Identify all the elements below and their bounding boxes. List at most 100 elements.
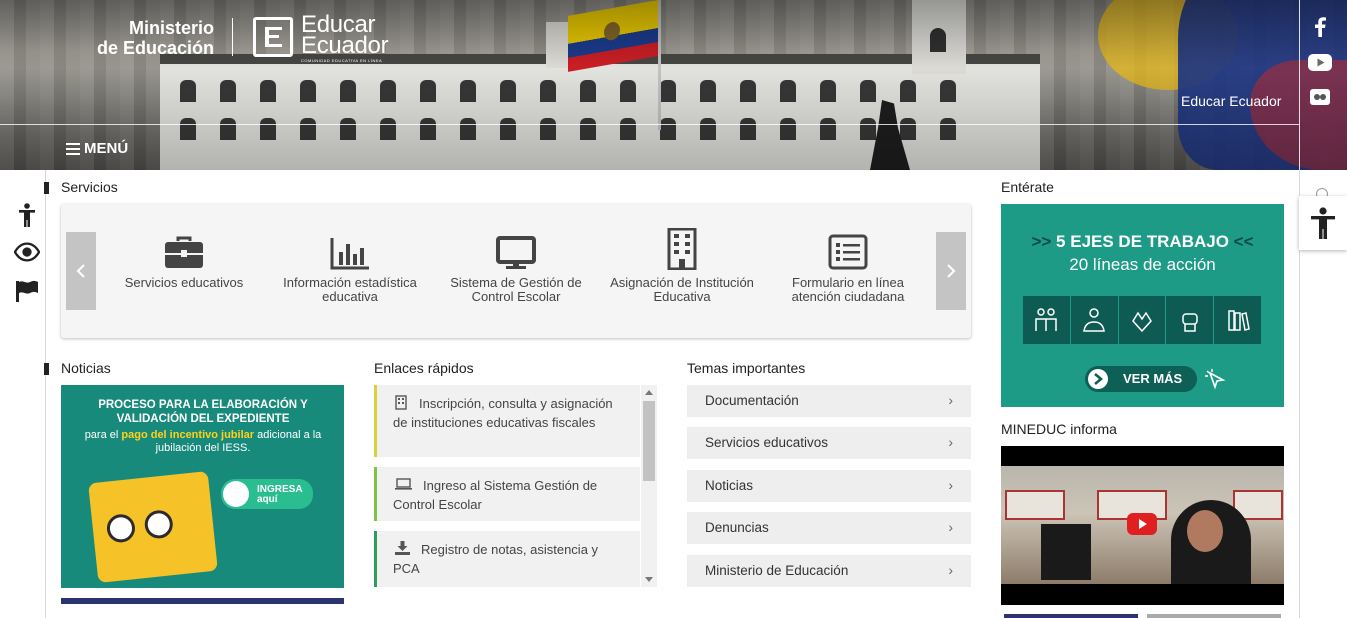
- video-indicator-active[interactable]: [1004, 614, 1138, 618]
- list-form-icon: [768, 226, 928, 270]
- educar-ecuador-logo-icon[interactable]: [253, 17, 293, 57]
- tema-label: Denuncias: [705, 520, 769, 535]
- service-informacion-estadistica[interactable]: Información estadística educativa: [270, 226, 430, 304]
- enlace-registro-notas[interactable]: Registro de notas, asistencia y PCA: [374, 531, 640, 587]
- tema-label: Ministerio de Educación: [705, 563, 849, 578]
- logo-separator: [232, 18, 233, 56]
- tema-servicios-educativos[interactable]: Servicios educativos ›: [687, 427, 971, 459]
- video-indicator[interactable]: [1147, 614, 1281, 618]
- carousel-next-button[interactable]: [936, 232, 966, 310]
- tema-label: Servicios educativos: [705, 435, 829, 450]
- cursor-icon: [223, 481, 249, 507]
- noticias-carousel-indicator[interactable]: [61, 598, 344, 604]
- service-label: Sistema de Gestión de Control Escolar: [450, 275, 582, 304]
- aqui-label: aquí: [257, 494, 278, 505]
- books-icon: [1214, 296, 1261, 344]
- ministry-line1: Ministerio: [128, 18, 214, 38]
- facebook-icon[interactable]: [1308, 15, 1332, 39]
- temas-title: Temas importantes: [687, 360, 806, 376]
- building-icon: [602, 226, 762, 270]
- scroll-up-icon[interactable]: [645, 390, 653, 395]
- chevron-right-icon: ›: [948, 392, 953, 408]
- chevron-right-icon: ›: [948, 434, 953, 450]
- chevron-right-icon: ›: [948, 477, 953, 493]
- service-sistema-gestion[interactable]: Sistema de Gestión de Control Escolar: [436, 226, 596, 304]
- accessibility-icon: [1311, 207, 1335, 239]
- ministry-line2: de Educación: [96, 38, 214, 58]
- people-icon: [1023, 296, 1071, 344]
- enlaces-list: Inscripción, consulta y asignación de in…: [374, 385, 657, 587]
- download-icon: [395, 541, 411, 555]
- scrollbar-thumb[interactable]: [643, 401, 655, 481]
- tema-label: Documentación: [705, 393, 799, 408]
- header-vertical-divider: [1299, 0, 1300, 170]
- service-label: Formulario en línea atención ciudadana: [791, 275, 905, 304]
- header-banner: Ministerio de Educación Educar Ecuador C…: [0, 0, 1347, 170]
- ejes-title: 5 EJES DE TRABAJO: [1056, 232, 1229, 251]
- servicios-title: Servicios: [61, 179, 118, 195]
- teacher-icon: [1071, 296, 1119, 344]
- enlace-label: Ingreso al Sistema Gestión de Control Es…: [393, 478, 598, 512]
- tema-ministerio[interactable]: Ministerio de Educación ›: [687, 555, 971, 587]
- service-asignacion-institucion[interactable]: Asignación de Institución Educativa: [602, 226, 762, 304]
- chevron-right-icon: ›: [948, 519, 953, 535]
- enlace-label: Inscripción, consulta y asignación de in…: [393, 396, 613, 430]
- section-marker: [44, 363, 49, 375]
- noticia-banner-subtitle: para el pago del incentivo jubilar adici…: [84, 429, 322, 454]
- ejes-icons-strip: [1023, 296, 1261, 344]
- flag-icon[interactable]: [14, 279, 40, 303]
- folder-mascot-image: [88, 471, 218, 583]
- youtube-play-icon[interactable]: [1127, 513, 1157, 535]
- enlace-sistema-gestion[interactable]: Ingreso al Sistema Gestión de Control Es…: [374, 467, 640, 521]
- enlace-inscripcion[interactable]: Inscripción, consulta y asignación de in…: [374, 385, 640, 457]
- enterate-banner[interactable]: >> 5 EJES DE TRABAJO << 20 líneas de acc…: [1001, 204, 1284, 407]
- building-icon: [395, 395, 409, 410]
- mineduc-video[interactable]: [1001, 446, 1284, 605]
- section-marker: [44, 182, 49, 194]
- enlaces-scrollbar[interactable]: [641, 385, 657, 587]
- tema-documentacion[interactable]: Documentación ›: [687, 385, 971, 417]
- menu-label: MENÚ: [84, 140, 129, 157]
- accessibility-button[interactable]: [1299, 196, 1347, 250]
- service-servicios-educativos[interactable]: Servicios educativos: [104, 226, 264, 290]
- briefcase-icon: [104, 226, 264, 270]
- noticia-banner[interactable]: PROCESO PARA LA ELABORACIÓN Y VALIDACIÓN…: [61, 385, 344, 588]
- mineduc-title: MINEDUC informa: [1001, 421, 1117, 437]
- eye-icon[interactable]: [14, 240, 40, 264]
- chevron-right-icon: [1088, 369, 1108, 389]
- noticia-banner-title: PROCESO PARA LA ELABORACIÓN Y VALIDACIÓN…: [98, 399, 308, 425]
- monitor-icon: [436, 226, 596, 270]
- educar-ecuador-link[interactable]: Educar Ecuador: [1181, 93, 1281, 109]
- menu-button[interactable]: MENÚ: [66, 140, 128, 157]
- ministry-logo[interactable]: Ministerio de Educación: [78, 18, 214, 58]
- youtube-icon[interactable]: [1308, 50, 1332, 74]
- enterate-banner-title: >> 5 EJES DE TRABAJO <<: [1001, 232, 1284, 252]
- flickr-icon[interactable]: [1308, 85, 1332, 109]
- tema-denuncias[interactable]: Denuncias ›: [687, 512, 971, 544]
- bar-chart-icon: [270, 226, 430, 270]
- noticias-title: Noticias: [61, 360, 111, 376]
- laptop-icon: [395, 477, 413, 490]
- page: Ministerio de Educación Educar Ecuador C…: [0, 0, 1347, 618]
- educar-ecuador-logo[interactable]: Educar Ecuador COMUNIDAD EDUCATIVA EN LÍ…: [301, 13, 389, 64]
- enterate-banner-subtitle: 20 líneas de acción: [1069, 255, 1216, 274]
- fist-icon: [1166, 296, 1215, 344]
- brand-line2: Ecuador: [301, 32, 389, 59]
- carousel-prev-button[interactable]: [66, 232, 96, 310]
- enterate-title: Entérate: [1001, 179, 1054, 195]
- scroll-down-icon[interactable]: [645, 577, 653, 582]
- ver-mas-button[interactable]: VER MÁS: [1085, 366, 1197, 392]
- double-chevron-left-icon: <<: [1228, 232, 1254, 251]
- service-label: Asignación de Institución Educativa: [610, 275, 754, 304]
- enlaces-title: Enlaces rápidos: [374, 360, 474, 376]
- cursor-icon: [1204, 368, 1228, 397]
- ingresa-button[interactable]: INGRESA aquí: [221, 479, 313, 509]
- inclusion-icon: [1119, 296, 1167, 344]
- accessibility-person-icon[interactable]: [14, 203, 40, 227]
- tema-noticias[interactable]: Noticias ›: [687, 470, 971, 502]
- service-formulario[interactable]: Formulario en línea atención ciudadana: [768, 226, 928, 304]
- header-divider: [0, 124, 1300, 125]
- service-label: Información estadística educativa: [283, 275, 417, 304]
- ver-mas-label: VER MÁS: [1123, 371, 1183, 386]
- brand-tagline: COMUNIDAD EDUCATIVA EN LÍNEA: [301, 58, 383, 63]
